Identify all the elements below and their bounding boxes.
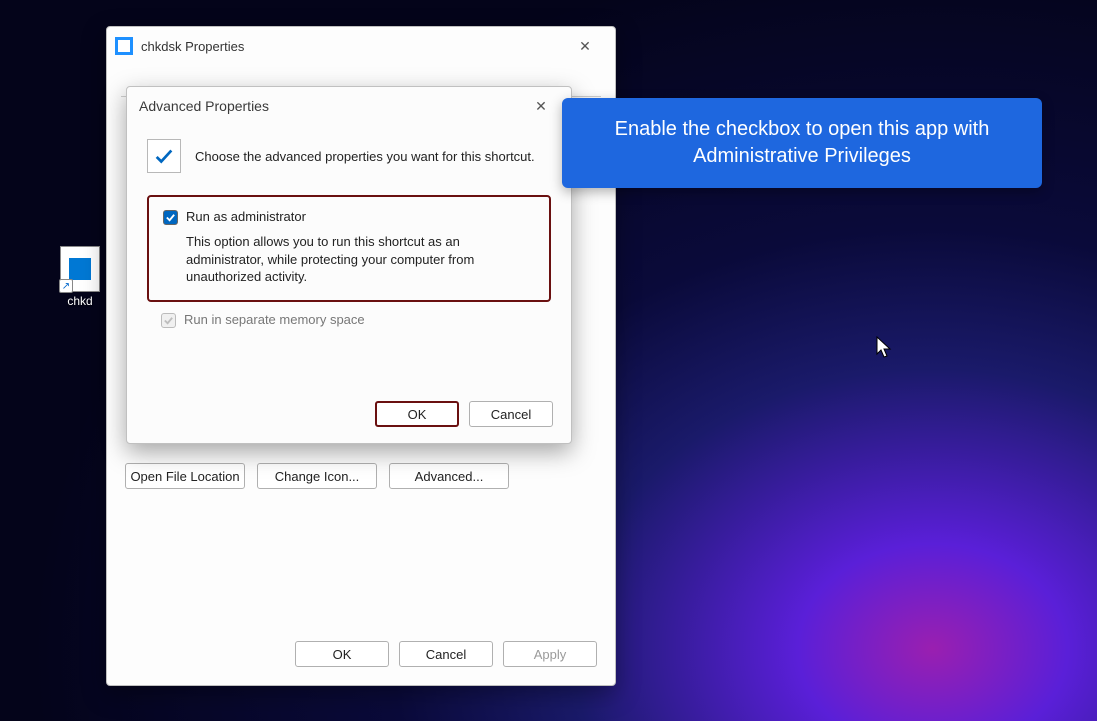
desktop-shortcut-chkdsk[interactable]: ↗ chkd: [57, 246, 103, 314]
mouse-cursor-icon: [876, 336, 894, 360]
open-file-location-button[interactable]: Open File Location: [125, 463, 245, 489]
instruction-callout: Enable the checkbox to open this app wit…: [562, 98, 1042, 188]
advanced-titlebar[interactable]: Advanced Properties ✕: [127, 87, 571, 125]
properties-bottom-buttons: OK Cancel Apply: [295, 641, 597, 667]
shortcut-file-icon: ↗: [60, 246, 100, 292]
desktop-background: ↗ chkd chkdsk Properties ✕ Open File Loc…: [0, 0, 1097, 721]
dialog-header-checkmark-icon: [147, 139, 181, 173]
run-as-admin-label[interactable]: Run as administrator: [186, 209, 306, 224]
run-as-admin-checkbox[interactable]: [163, 210, 178, 225]
properties-cancel-button[interactable]: Cancel: [399, 641, 493, 667]
close-icon: ✕: [579, 38, 591, 55]
properties-titlebar[interactable]: chkdsk Properties ✕: [107, 27, 615, 65]
properties-apply-button: Apply: [503, 641, 597, 667]
advanced-title: Advanced Properties: [139, 98, 269, 114]
advanced-properties-dialog: Advanced Properties ✕ Choose the advance…: [126, 86, 572, 444]
advanced-cancel-button[interactable]: Cancel: [469, 401, 553, 427]
shortcut-arrow-overlay-icon: ↗: [59, 279, 73, 293]
shortcut-action-buttons: Open File Location Change Icon... Advanc…: [125, 463, 509, 489]
change-icon-button[interactable]: Change Icon...: [257, 463, 377, 489]
advanced-button[interactable]: Advanced...: [389, 463, 509, 489]
shortcut-label: chkd: [67, 294, 92, 308]
advanced-dialog-buttons: OK Cancel: [375, 401, 553, 427]
separate-memory-checkbox: [161, 313, 176, 328]
properties-close-button[interactable]: ✕: [563, 32, 607, 60]
window-app-icon: [115, 37, 133, 55]
advanced-close-button[interactable]: ✕: [519, 92, 563, 120]
separate-memory-label: Run in separate memory space: [184, 312, 365, 327]
close-icon: ✕: [535, 98, 547, 115]
run-as-admin-description: This option allows you to run this short…: [186, 233, 516, 286]
callout-text: Enable the checkbox to open this app wit…: [582, 116, 1022, 170]
advanced-ok-button[interactable]: OK: [375, 401, 459, 427]
properties-ok-button[interactable]: OK: [295, 641, 389, 667]
properties-title: chkdsk Properties: [141, 39, 244, 54]
advanced-intro-text: Choose the advanced properties you want …: [195, 149, 535, 164]
run-as-admin-highlight: Run as administrator This option allows …: [147, 195, 551, 302]
